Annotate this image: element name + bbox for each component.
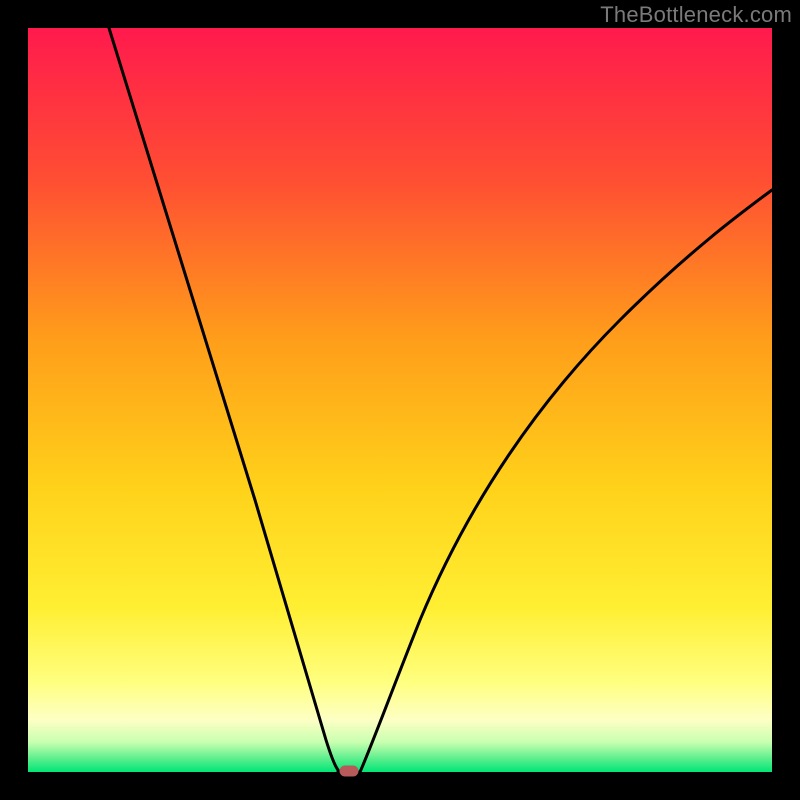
minimum-marker xyxy=(340,766,358,776)
bottleneck-plot xyxy=(0,0,800,800)
watermark-text: TheBottleneck.com xyxy=(600,2,792,28)
chart-frame: TheBottleneck.com xyxy=(0,0,800,800)
plot-background xyxy=(28,28,772,772)
